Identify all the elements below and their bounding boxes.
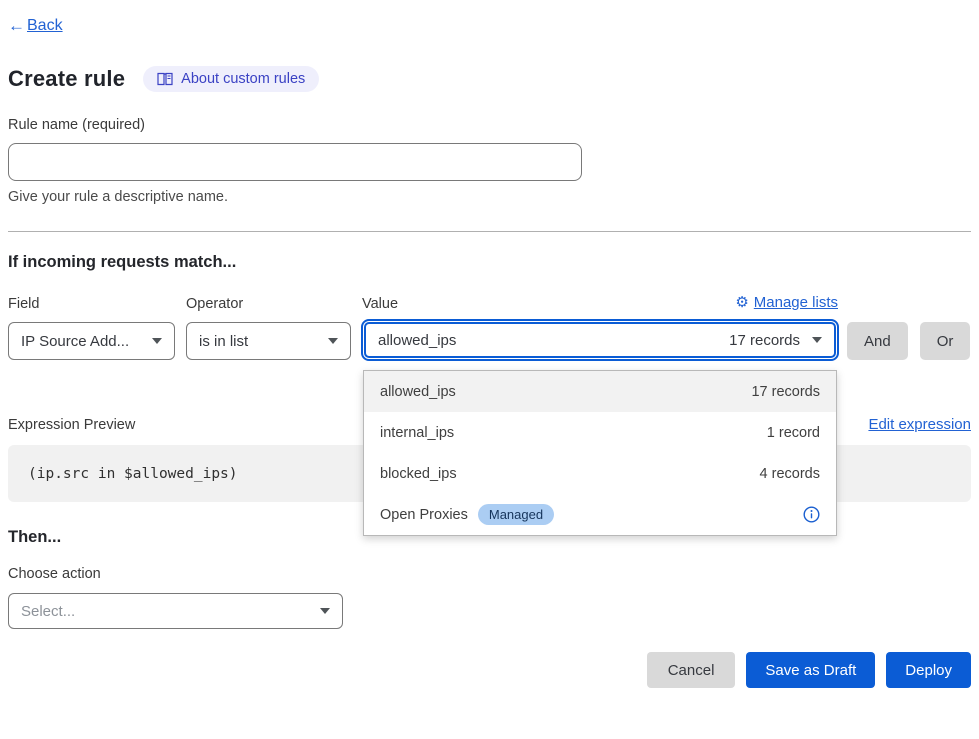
- list-item-open-proxies[interactable]: Open Proxies Managed: [364, 494, 836, 535]
- operator-select[interactable]: is in list: [186, 322, 351, 360]
- action-select-placeholder: Select...: [21, 603, 75, 620]
- footer-bar: Cancel Save as Draft Deploy: [8, 652, 971, 688]
- managed-badge: Managed: [478, 504, 554, 525]
- gear-icon: ⚙: [735, 293, 748, 311]
- operator-select-value: is in list: [199, 333, 248, 350]
- back-arrow-icon: ←: [8, 16, 25, 36]
- value-column: Value ⚙ Manage lists allowed_ips 17 reco…: [362, 296, 838, 360]
- rule-name-helper-text: Give your rule a descriptive name.: [8, 189, 971, 205]
- chevron-down-icon: [328, 338, 338, 344]
- list-item-name: blocked_ips: [380, 466, 457, 482]
- match-section-heading: If incoming requests match...: [8, 253, 971, 272]
- value-combobox-selected: allowed_ips: [378, 332, 456, 349]
- list-dropdown-panel: allowed_ips 17 records internal_ips 1 re…: [363, 370, 837, 536]
- back-link[interactable]: ←Back: [8, 16, 63, 36]
- field-select-value: IP Source Add...: [21, 333, 129, 350]
- list-item-records: 4 records: [760, 466, 820, 482]
- value-combobox-records: 17 records: [729, 332, 800, 349]
- about-custom-rules-link[interactable]: About custom rules: [143, 66, 319, 92]
- chevron-down-icon: [320, 608, 330, 614]
- deploy-button[interactable]: Deploy: [886, 652, 971, 688]
- andor-group: And Or: [847, 322, 970, 360]
- list-item-name: allowed_ips: [380, 384, 456, 400]
- list-item-name: Open Proxies: [380, 507, 468, 523]
- action-select[interactable]: Select...: [8, 593, 343, 629]
- condition-row: Field IP Source Add... Operator is in li…: [8, 296, 971, 360]
- operator-column: Operator is in list: [186, 296, 351, 360]
- cancel-button[interactable]: Cancel: [647, 652, 736, 688]
- section-divider: [8, 231, 971, 232]
- edit-expression-link[interactable]: Edit expression: [868, 416, 971, 433]
- list-item-internal-ips[interactable]: internal_ips 1 record: [364, 412, 836, 453]
- rule-name-label: Rule name (required): [8, 117, 145, 133]
- and-button[interactable]: And: [847, 322, 908, 360]
- value-combobox[interactable]: allowed_ips 17 records: [364, 322, 836, 358]
- expression-code: (ip.src in $allowed_ips): [28, 466, 238, 482]
- list-item-records: 1 record: [767, 425, 820, 441]
- operator-label: Operator: [186, 296, 351, 312]
- field-label: Field: [8, 296, 175, 312]
- title-row: Create rule About custom rules: [8, 66, 971, 92]
- or-button[interactable]: Or: [920, 322, 971, 360]
- save-as-draft-button[interactable]: Save as Draft: [746, 652, 875, 688]
- about-pill-label: About custom rules: [181, 71, 305, 87]
- info-icon[interactable]: [803, 506, 820, 523]
- list-item-allowed-ips[interactable]: allowed_ips 17 records: [364, 371, 836, 412]
- expression-preview-label: Expression Preview: [8, 417, 135, 433]
- list-item-blocked-ips[interactable]: blocked_ips 4 records: [364, 453, 836, 494]
- field-select[interactable]: IP Source Add...: [8, 322, 175, 360]
- manage-lists-link[interactable]: ⚙ Manage lists: [735, 293, 838, 311]
- choose-action-label: Choose action: [8, 566, 971, 582]
- page-title: Create rule: [8, 66, 125, 92]
- rule-name-input[interactable]: [8, 143, 582, 181]
- list-item-records: 17 records: [751, 384, 820, 400]
- chevron-down-icon: [152, 338, 162, 344]
- field-column: Field IP Source Add...: [8, 296, 175, 360]
- chevron-down-icon[interactable]: [812, 337, 822, 343]
- book-icon: [157, 72, 173, 86]
- manage-lists-label: Manage lists: [754, 294, 838, 311]
- rule-name-block: Rule name (required) Give your rule a de…: [8, 116, 971, 205]
- create-rule-page: ←Back Create rule About custom rules Rul…: [0, 0, 979, 688]
- list-item-name: internal_ips: [380, 425, 454, 441]
- back-link-label: Back: [27, 17, 63, 35]
